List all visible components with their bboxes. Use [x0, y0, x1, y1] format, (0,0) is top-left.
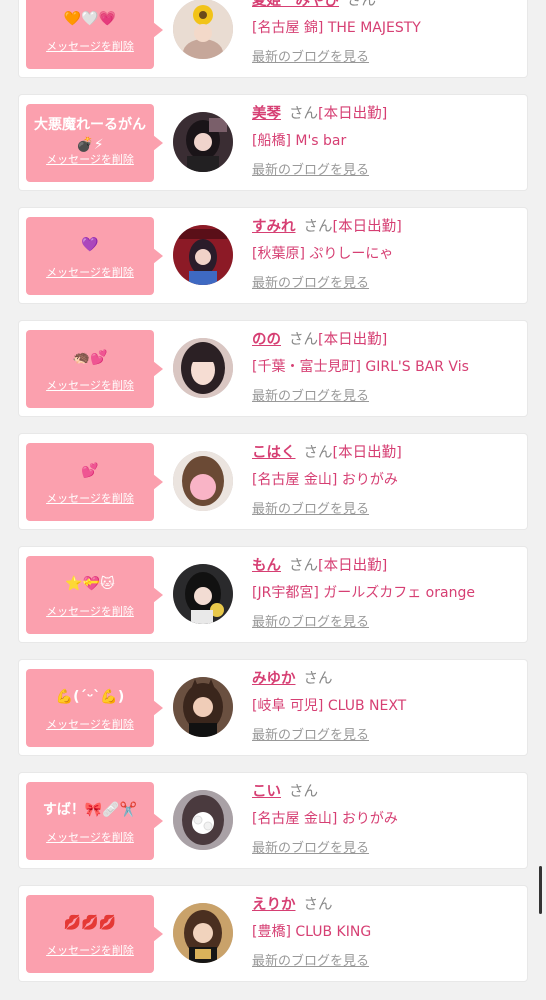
shop-info: [秋葉原] ぷりしーにゃ [252, 246, 394, 262]
list-item: ⭐💝🐱 メッセージを削除 もん さん[本日出勤] [JR宇都宮] ガールズカフェ … [19, 547, 527, 642]
latest-blog-link[interactable]: 最新のブログを見る [252, 46, 369, 65]
cast-name-link[interactable]: こはく [252, 445, 296, 461]
message-text: 🦔💕 [72, 350, 108, 366]
message-text: 💋💋💋 [63, 915, 117, 931]
cast-name-link[interactable]: えりか [252, 897, 296, 913]
shop-info: [名古屋 金山] おりがみ [252, 472, 398, 488]
message-text: 大悪魔れーるがん 💣⚡ [34, 117, 146, 153]
name-line: 夏姫 みやび さん [252, 0, 376, 10]
delete-message-link[interactable]: メッセージを削除 [26, 603, 154, 619]
honorific: さん [303, 445, 333, 461]
message-bubble: 💋💋💋 メッセージを削除 [26, 895, 163, 973]
list-item: 🧡🤍💗 メッセージを削除 夏姫 みやび さん [名古屋 錦] THE MAJEST… [19, 0, 527, 77]
avatar[interactable] [173, 338, 233, 398]
message-bubble: 💪(ˊᵕˋ💪) メッセージを削除 [26, 669, 163, 747]
latest-blog-link[interactable]: 最新のブログを見る [252, 159, 369, 178]
name-line: すみれ さん[本日出勤] [252, 215, 402, 236]
scrollbar[interactable] [539, 866, 542, 914]
message-bubble: 🦔💕 メッセージを削除 [26, 330, 163, 408]
cast-name-link[interactable]: 美琴 [252, 106, 281, 122]
delete-message-link[interactable]: メッセージを削除 [26, 942, 154, 958]
message-bubble: 🧡🤍💗 メッセージを削除 [26, 0, 163, 69]
latest-blog-link[interactable]: 最新のブログを見る [252, 724, 369, 743]
message-text: すば！🎀🩹✂️ [42, 802, 138, 818]
cast-name-link[interactable]: 夏姫 みやび [252, 0, 339, 9]
today-badge: [本日出勤] [332, 445, 402, 461]
honorific: さん [289, 558, 318, 574]
name-line: こはく さん[本日出勤] [252, 441, 402, 462]
avatar[interactable] [173, 564, 233, 624]
honorific: さん [289, 332, 318, 348]
name-line: もん さん[本日出勤] [252, 554, 387, 575]
today-badge: [本日出勤] [318, 106, 388, 122]
shop-info: [豊橋] CLUB KING [252, 924, 372, 940]
message-text: ⭐💝🐱 [65, 576, 115, 592]
message-text: 💜 [81, 237, 99, 253]
cast-name-link[interactable]: もん [252, 558, 281, 574]
cast-name-link[interactable]: のの [252, 332, 281, 348]
message-text: 💪(ˊᵕˋ💪) [55, 689, 125, 705]
honorific: さん [289, 784, 318, 800]
latest-blog-link[interactable]: 最新のブログを見る [252, 272, 369, 291]
delete-message-link[interactable]: メッセージを削除 [26, 829, 154, 845]
shop-info: [船橋] M's bar [252, 133, 347, 149]
avatar[interactable] [173, 225, 233, 285]
message-text: 🧡🤍💗 [63, 11, 117, 27]
list-item: すば！🎀🩹✂️ メッセージを削除 こい さん [名古屋 金山] おりがみ 最新のブ… [19, 773, 527, 868]
today-badge: [本日出勤] [332, 219, 402, 235]
avatar[interactable] [173, 451, 233, 511]
list-item: 💋💋💋 メッセージを削除 えりか さん [豊橋] CLUB KING 最新のブログ… [19, 886, 527, 981]
latest-blog-link[interactable]: 最新のブログを見る [252, 837, 369, 856]
cast-name-link[interactable]: こい [252, 784, 281, 800]
list-item: 🦔💕 メッセージを削除 のの さん[本日出勤] [千葉・富士見町] GIRL'S … [19, 321, 527, 416]
shop-info: [JR宇都宮] ガールズカフェ orange [252, 585, 475, 601]
delete-message-link[interactable]: メッセージを削除 [26, 38, 154, 54]
name-line: みゆか さん [252, 667, 333, 688]
shop-info: [千葉・富士見町] GIRL'S BAR Vis [252, 359, 469, 375]
message-bubble: 大悪魔れーるがん 💣⚡ メッセージを削除 [26, 104, 163, 182]
name-line: えりか さん [252, 893, 333, 914]
message-bubble: すば！🎀🩹✂️ メッセージを削除 [26, 782, 163, 860]
message-bubble: 💕 メッセージを削除 [26, 443, 163, 521]
latest-blog-link[interactable]: 最新のブログを見る [252, 611, 369, 630]
shop-info: [岐阜 可児] CLUB NEXT [252, 698, 407, 714]
honorific: さん [303, 219, 333, 235]
honorific: さん [303, 897, 333, 913]
message-bubble: 💜 メッセージを削除 [26, 217, 163, 295]
message-text: 💕 [81, 463, 99, 479]
cast-name-link[interactable]: みゆか [252, 671, 296, 687]
name-line: こい さん [252, 780, 318, 801]
avatar[interactable] [173, 677, 233, 737]
latest-blog-link[interactable]: 最新のブログを見る [252, 950, 369, 969]
message-bubble: ⭐💝🐱 メッセージを削除 [26, 556, 163, 634]
today-badge: [本日出勤] [318, 332, 388, 348]
latest-blog-link[interactable]: 最新のブログを見る [252, 385, 369, 404]
list-item: 大悪魔れーるがん 💣⚡ メッセージを削除 美琴 さん[本日出勤] [船橋] M's… [19, 95, 527, 190]
avatar[interactable] [173, 112, 233, 172]
shop-info: [名古屋 金山] おりがみ [252, 811, 398, 827]
name-line: 美琴 さん[本日出勤] [252, 102, 387, 123]
delete-message-link[interactable]: メッセージを削除 [26, 716, 154, 732]
delete-message-link[interactable]: メッセージを削除 [26, 151, 154, 167]
cast-name-link[interactable]: すみれ [252, 219, 296, 235]
delete-message-link[interactable]: メッセージを削除 [26, 377, 154, 393]
list-item: 💕 メッセージを削除 こはく さん[本日出勤] [名古屋 金山] おりがみ 最新の… [19, 434, 527, 529]
honorific: さん [289, 106, 318, 122]
message-list: 🧡🤍💗 メッセージを削除 夏姫 みやび さん [名古屋 錦] THE MAJEST… [0, 0, 546, 999]
name-line: のの さん[本日出勤] [252, 328, 387, 349]
avatar[interactable] [173, 903, 233, 963]
avatar[interactable] [173, 790, 233, 850]
latest-blog-link[interactable]: 最新のブログを見る [252, 498, 369, 517]
list-item: 💜 メッセージを削除 すみれ さん[本日出勤] [秋葉原] ぷりしーにゃ 最新のブ… [19, 208, 527, 303]
list-item: 💪(ˊᵕˋ💪) メッセージを削除 みゆか さん [岐阜 可児] CLUB NEXT… [19, 660, 527, 755]
honorific: さん [303, 671, 333, 687]
delete-message-link[interactable]: メッセージを削除 [26, 264, 154, 280]
shop-info: [名古屋 錦] THE MAJESTY [252, 20, 421, 36]
honorific: さん [347, 0, 376, 9]
today-badge: [本日出勤] [318, 558, 388, 574]
avatar[interactable] [173, 0, 233, 59]
delete-message-link[interactable]: メッセージを削除 [26, 490, 154, 506]
